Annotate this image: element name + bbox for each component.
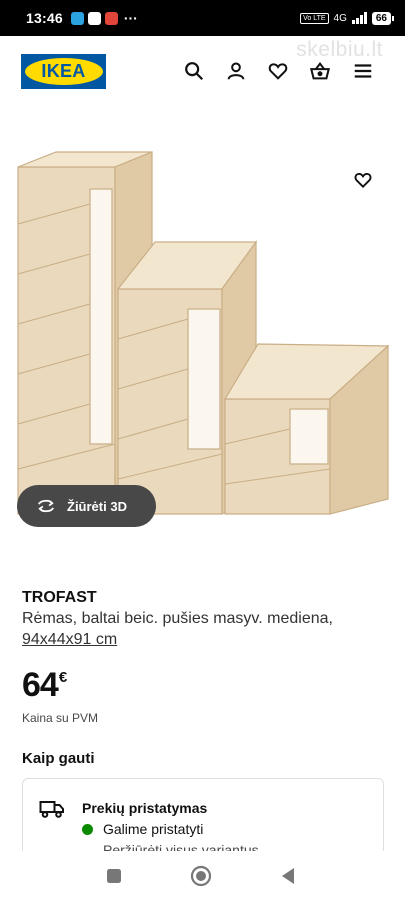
signal-icon (351, 12, 367, 24)
product-description: Rėmas, baltai beic. pušies masyv. medien… (22, 608, 392, 650)
ikea-logo[interactable]: IKEA (21, 54, 106, 89)
truck-icon (39, 801, 64, 818)
recents-button[interactable] (102, 865, 126, 887)
vat-note: Kaina su PVM (22, 711, 99, 725)
heart-icon (354, 173, 372, 188)
back-button[interactable] (276, 865, 300, 887)
status-bar: 13:46 ··· Vo LTE 4G 66 (0, 0, 405, 36)
menu-icon[interactable] (352, 60, 374, 82)
logo-text: IKEA (41, 61, 86, 81)
back-icon (282, 868, 294, 884)
network-label: 4G (333, 12, 347, 24)
recents-icon (107, 869, 121, 883)
system-nav-bar (0, 851, 405, 900)
product-name: TROFAST (22, 589, 97, 606)
delivery-title: Prekių pristatymas (82, 800, 208, 816)
notification-icons (70, 11, 118, 25)
status-right: Vo LTE 4G 66 (300, 11, 395, 25)
home-icon (190, 865, 212, 887)
basket-icon[interactable] (309, 60, 331, 82)
status-time: 13:46 (26, 10, 63, 26)
heart-icon[interactable] (267, 60, 289, 82)
price-amount: 64 (22, 666, 59, 704)
rotate-3d-icon (38, 499, 54, 513)
availability-dot (82, 824, 93, 835)
product-description-text: Rėmas, baltai beic. pušies masyv. medien… (22, 610, 333, 627)
app-icon (104, 11, 118, 25)
product-dimensions-link[interactable]: 94x44x91 cm (22, 631, 117, 648)
telegram-icon (70, 11, 84, 25)
breadcrumb[interactable] (22, 100, 382, 110)
watermark: skelbiu.lt (296, 38, 383, 61)
more-notifications: ··· (123, 10, 138, 26)
site-header: IKEA skelbiu.lt (0, 36, 405, 106)
google-icon (87, 11, 101, 25)
battery-icon: 66 (371, 11, 395, 25)
product-price: 64 € (22, 666, 67, 704)
price-currency: € (58, 669, 68, 686)
add-to-wishlist-button[interactable] (343, 160, 383, 200)
user-icon[interactable] (225, 60, 247, 82)
volte-icon: Vo LTE (300, 12, 329, 24)
search-icon[interactable] (183, 60, 205, 82)
how-to-get-title: Kaip gauti (22, 750, 95, 767)
home-button[interactable] (189, 865, 213, 887)
view-3d-label: Žiūrėti 3D (67, 498, 127, 514)
delivery-status: Galime pristatyti (103, 821, 204, 837)
view-3d-button[interactable]: Žiūrėti 3D (17, 485, 156, 527)
